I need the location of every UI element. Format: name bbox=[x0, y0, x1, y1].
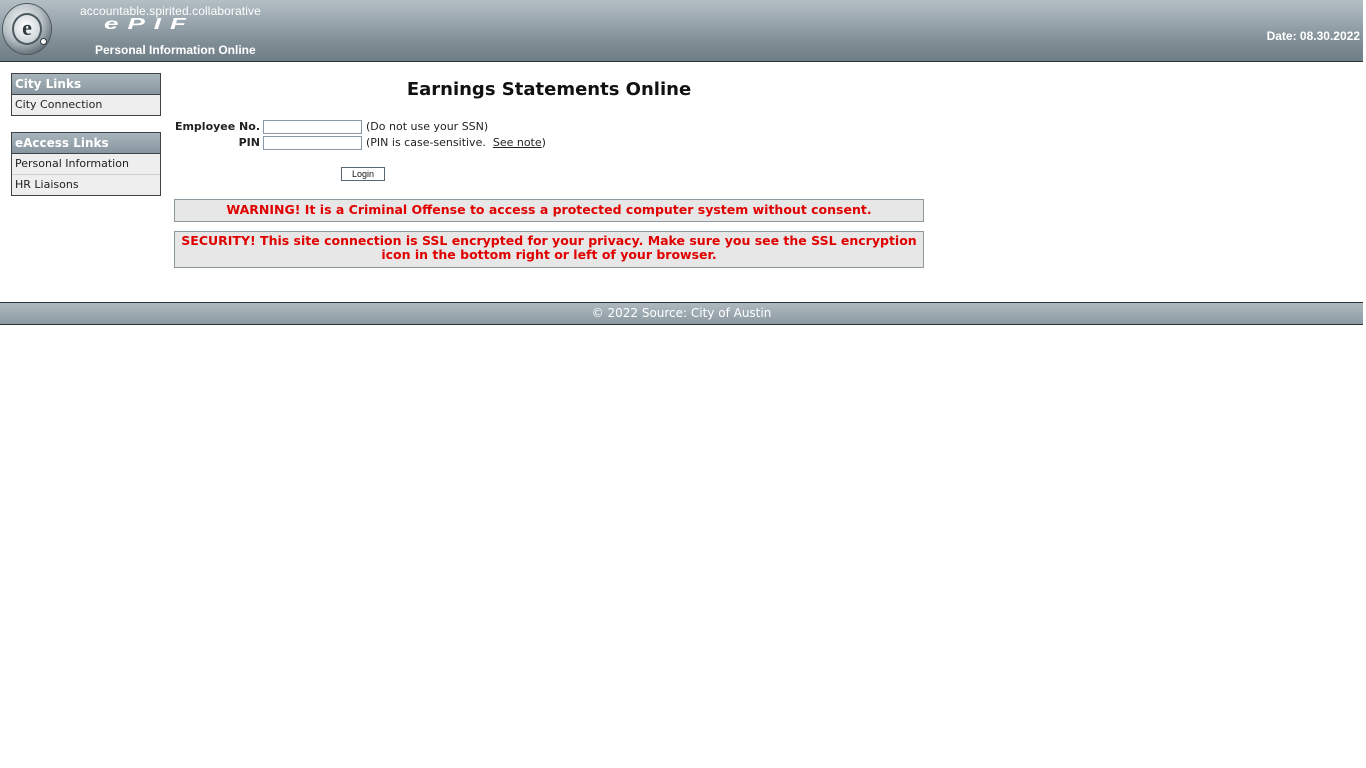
sidebar-item-personal-information[interactable]: Personal Information bbox=[12, 154, 160, 174]
sidebar-item-city-connection[interactable]: City Connection bbox=[12, 95, 160, 115]
header-subtitle: Personal Information Online bbox=[95, 43, 256, 57]
ssl-security-notice: SECURITY! This site connection is SSL en… bbox=[174, 231, 924, 268]
pin-hint-text: (PIN is case-sensitive. bbox=[366, 136, 486, 149]
site-header: e accountable.spirited.collaborative ePI… bbox=[0, 0, 1363, 62]
criminal-offense-warning: WARNING! It is a Criminal Offense to acc… bbox=[174, 199, 924, 222]
pin-label: PIN bbox=[238, 136, 260, 149]
employee-number-hint: (Do not use your SSN) bbox=[366, 120, 489, 133]
epif-logo-icon[interactable]: e bbox=[3, 4, 51, 54]
employee-number-input[interactable] bbox=[263, 120, 362, 134]
sidebar-item-hr-liaisons[interactable]: HR Liaisons bbox=[12, 174, 160, 195]
pin-input[interactable] bbox=[263, 136, 362, 150]
logo-letter: e bbox=[12, 13, 42, 45]
page-title: Earnings Statements Online bbox=[406, 79, 692, 100]
pin-hint: (PIN is case-sensitive. See note) bbox=[366, 136, 546, 149]
login-button[interactable]: Login bbox=[341, 167, 385, 181]
pin-hint-close: ) bbox=[541, 136, 546, 149]
city-links-title: City Links bbox=[12, 74, 160, 95]
current-date: Date: 08.30.2022 bbox=[1266, 29, 1360, 43]
employee-number-label: Employee No. bbox=[174, 120, 260, 133]
see-note-link[interactable]: See note bbox=[493, 136, 542, 149]
eaccess-links-panel: eAccess Links Personal Information HR Li… bbox=[11, 132, 161, 196]
eaccess-links-title: eAccess Links bbox=[12, 133, 160, 154]
site-footer: © 2022 Source: City of Austin bbox=[0, 302, 1363, 325]
logo-dot bbox=[40, 38, 47, 45]
brand-name: ePIF bbox=[104, 14, 195, 33]
city-links-panel: City Links City Connection bbox=[11, 73, 161, 116]
